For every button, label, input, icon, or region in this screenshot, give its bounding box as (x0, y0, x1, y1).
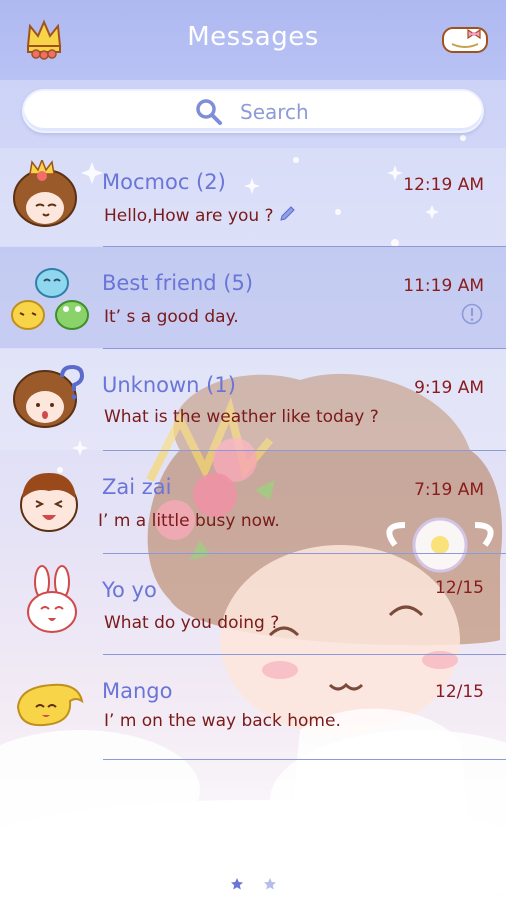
thread-preview: What do you doing ? (104, 613, 280, 633)
search-icon (194, 97, 224, 127)
thread-name: Unknown (1) (102, 373, 236, 397)
thread-time: 9:19 AM (414, 378, 484, 398)
thread-row-mango[interactable]: Mango 12/15 I’ m on the way back home. (0, 655, 506, 759)
thread-preview: Hello,How are you ? (104, 205, 296, 228)
app-header: Messages (0, 0, 506, 80)
thread-row-unknown[interactable]: Unknown (1) 9:19 AM What is the weather … (0, 349, 506, 450)
yo-yo-avatar (24, 564, 80, 638)
thread-time: 12/15 (435, 682, 484, 702)
thread-time: 11:19 AM (403, 276, 484, 296)
page-dot (264, 878, 276, 890)
page-dot-active (231, 878, 243, 890)
thread-name: Best friend (5) (102, 271, 254, 295)
thread-name: Mocmoc (2) (102, 170, 226, 194)
thread-name: Zai zai (102, 475, 172, 499)
thread-row-zai-zai[interactable]: Zai zai 7:19 AM I’ m a little busy now. (0, 451, 506, 553)
mango-avatar (14, 679, 84, 733)
alert-icon (461, 303, 483, 325)
thread-name: Yo yo (102, 578, 157, 602)
thread-name: Mango (102, 679, 173, 703)
thread-preview: What is the weather like today ? (104, 407, 379, 427)
mocmoc-avatar (12, 157, 78, 234)
pencil-icon (278, 205, 296, 228)
bow-icon[interactable] (440, 24, 490, 56)
thread-row-yo-yo[interactable]: Yo yo 12/15 What do you doing ? (0, 554, 506, 654)
page-indicator (230, 876, 278, 890)
thread-row-mocmoc[interactable]: Mocmoc (2) 12:19 AM Hello,How are you ? (0, 148, 506, 246)
zai-zai-avatar (16, 469, 82, 537)
thread-preview: I’ m on the way back home. (104, 711, 341, 731)
best-friend-avatar (10, 265, 94, 339)
thread-preview: I’ m a little busy now. (98, 511, 280, 531)
thread-row-best-friend[interactable]: Best friend (5) 11:19 AM It’ s a good da… (0, 247, 506, 348)
row-divider (103, 759, 506, 760)
search-label: Search (240, 100, 309, 124)
thread-preview: It’ s a good day. (104, 307, 239, 327)
page-title: Messages (187, 22, 319, 52)
unknown-avatar (12, 364, 86, 435)
thread-time: 12/15 (435, 578, 484, 598)
search-bar[interactable]: Search (22, 89, 484, 133)
thread-time: 12:19 AM (403, 175, 484, 195)
thread-time: 7:19 AM (414, 480, 484, 500)
